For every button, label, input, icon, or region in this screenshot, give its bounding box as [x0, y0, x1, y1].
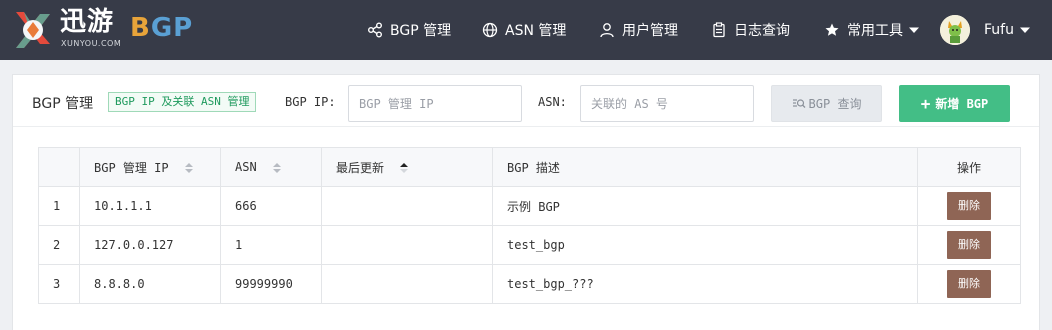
brand-name: 迅游	[60, 7, 115, 37]
col-index-header	[38, 147, 80, 187]
panel-title: BGP 管理	[32, 96, 94, 112]
nav-asn-manage[interactable]: ASN 管理	[482, 19, 566, 41]
table-header-row: BGP 管理 IP ASN 最后更新 BGP 描述 操作	[38, 147, 1021, 187]
list-search-icon	[792, 98, 806, 108]
bgp-table-container: BGP 管理 IP ASN 最后更新 BGP 描述 操作 1 10.1.1.1 …	[38, 147, 1021, 304]
col-updated-header-label: 最后更新	[336, 160, 385, 175]
brand-url: XUNYOU.COM	[61, 39, 122, 48]
row-index: 1	[38, 186, 80, 226]
row-updated	[321, 225, 493, 265]
caret-down-icon	[1019, 27, 1030, 33]
sort-icon[interactable]	[272, 162, 282, 174]
delete-button[interactable]: 删除	[947, 192, 991, 220]
nav-bgp-manage[interactable]: BGP 管理	[367, 19, 451, 41]
star-icon	[825, 23, 839, 36]
panel-subtitle-badge: BGP IP 及关联 ASN 管理	[108, 92, 257, 112]
row-desc: 示例 BGP	[492, 186, 918, 226]
col-asn-header[interactable]: ASN	[220, 147, 322, 187]
share-nodes-icon	[368, 22, 382, 38]
nav-log-query[interactable]: 日志查询	[711, 19, 790, 41]
row-index: 3	[38, 264, 80, 304]
nav-log-query-label: 日志查询	[734, 23, 790, 39]
add-bgp-button[interactable]: + 新增 BGP	[899, 85, 1010, 122]
product-logo[interactable]: BGP	[130, 10, 193, 46]
table-row: 1 10.1.1.1 666 示例 BGP 删除	[38, 186, 1021, 226]
row-ip: 8.8.8.0	[79, 264, 221, 304]
globe-icon	[482, 22, 498, 38]
row-updated	[321, 186, 493, 226]
row-asn: 1	[220, 225, 322, 265]
col-desc-header: BGP 描述	[492, 147, 918, 187]
row-desc: test_bgp_???	[492, 264, 918, 304]
nav-user-manage-label: 用户管理	[622, 23, 678, 39]
user-menu[interactable]: Fufu	[984, 19, 1030, 41]
row-ip: 10.1.1.1	[79, 186, 221, 226]
row-desc: test_bgp	[492, 225, 918, 265]
row-action-cell: 删除	[917, 264, 1021, 304]
delete-button[interactable]: 删除	[947, 231, 991, 259]
add-bgp-button-label: 新增 BGP	[935, 97, 989, 111]
bgp-manage-panel: BGP 管理 BGP IP 及关联 ASN 管理 BGP IP: ASN: BG…	[12, 74, 1040, 330]
nav-tools-dropdown[interactable]: 常用工具	[824, 19, 919, 41]
product-logo-gp: GP	[150, 13, 194, 43]
col-asn-header-label: ASN	[235, 160, 257, 174]
row-asn: 99999990	[220, 264, 322, 304]
row-asn: 666	[220, 186, 322, 226]
row-index: 2	[38, 225, 80, 265]
bgp-ip-label: BGP IP:	[285, 95, 336, 109]
col-ip-header[interactable]: BGP 管理 IP	[79, 147, 221, 187]
caret-down-icon	[909, 27, 919, 33]
nav-user-manage[interactable]: 用户管理	[599, 19, 678, 41]
user-icon	[600, 23, 614, 38]
nav-bgp-manage-label: BGP 管理	[390, 23, 452, 39]
panel-header: BGP 管理 BGP IP 及关联 ASN 管理 BGP IP: ASN: BG…	[13, 75, 1039, 127]
delete-button[interactable]: 删除	[947, 270, 991, 298]
asn-label: ASN:	[538, 95, 567, 109]
row-action-cell: 删除	[917, 225, 1021, 265]
avatar-image-icon	[940, 15, 970, 45]
col-updated-header[interactable]: 最后更新	[321, 147, 493, 187]
bgp-ip-input[interactable]	[348, 85, 522, 122]
plus-icon: +	[920, 94, 931, 113]
username: Fufu	[984, 22, 1014, 38]
table-row: 2 127.0.0.127 1 test_bgp 删除	[38, 225, 1021, 265]
clipboard-icon	[713, 22, 725, 38]
row-updated	[321, 264, 493, 304]
bgp-query-button-label: BGP 查询	[808, 97, 862, 111]
table-row: 3 8.8.8.0 99999990 test_bgp_??? 删除	[38, 264, 1021, 304]
product-logo-b: B	[130, 13, 151, 43]
asn-input[interactable]	[580, 85, 754, 122]
user-avatar[interactable]	[940, 15, 970, 45]
col-action-header: 操作	[917, 147, 1021, 187]
row-action-cell: 删除	[917, 186, 1021, 226]
nav-tools-label: 常用工具	[847, 23, 903, 39]
bgp-table: BGP 管理 IP ASN 最后更新 BGP 描述 操作 1 10.1.1.1 …	[38, 147, 1021, 304]
sort-icon[interactable]	[184, 162, 194, 174]
nav-asn-manage-label: ASN 管理	[505, 23, 567, 39]
row-ip: 127.0.0.127	[79, 225, 221, 265]
top-navbar: 迅游 XUNYOU.COM BGP BGP 管理 ASN 管理 用户管理 日志查…	[0, 0, 1052, 60]
sort-ascending-icon[interactable]	[399, 162, 409, 174]
bgp-query-button[interactable]: BGP 查询	[771, 85, 882, 122]
col-ip-header-label: BGP 管理 IP	[94, 160, 169, 175]
xunyou-logo-icon[interactable]	[10, 8, 56, 52]
